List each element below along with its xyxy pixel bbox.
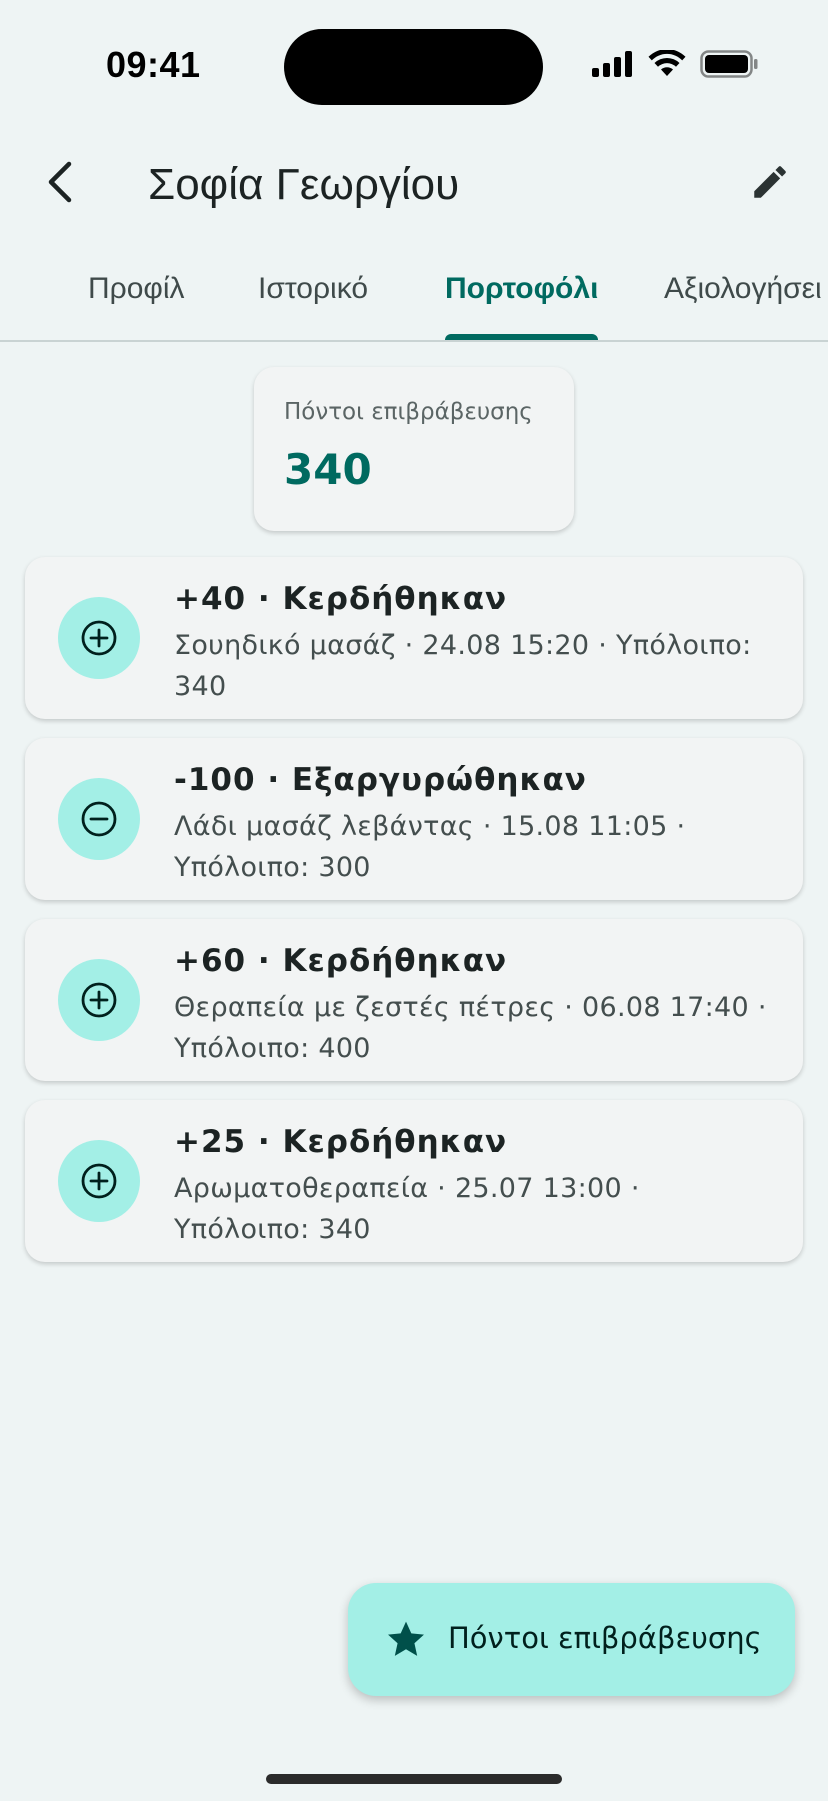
- transaction-description: Αρωματοθεραπεία · 25.07 13:00 · Υπόλοιπο…: [174, 1173, 640, 1245]
- add-circle-icon: [81, 1163, 117, 1199]
- home-indicator[interactable]: [266, 1774, 562, 1784]
- transaction-description: Θεραπεία με ζεστές πέτρες · 06.08 17:40 …: [174, 992, 767, 1064]
- tab-indicator: [445, 334, 598, 340]
- remove-circle-icon: [81, 801, 117, 837]
- add-circle-icon: [81, 982, 117, 1018]
- tab-history[interactable]: Ιστορικό: [258, 272, 368, 306]
- balance-value: 340: [284, 445, 372, 494]
- battery-icon: [700, 50, 758, 78]
- transaction-item[interactable]: +60 · Κερδήθηκαν Θεραπεία με ζεστές πέτρ…: [25, 919, 803, 1081]
- transaction-icon-badge: [58, 959, 140, 1041]
- wifi-icon: [648, 50, 686, 76]
- fab-label: Πόντοι επιβράβευσης: [448, 1621, 762, 1655]
- add-circle-icon: [81, 620, 117, 656]
- transaction-item[interactable]: +40 · Κερδήθηκαν Σουηδικό μασάζ · 24.08 …: [25, 557, 803, 719]
- loyalty-points-fab[interactable]: Πόντοι επιβράβευσης: [348, 1583, 795, 1696]
- screen: 09:41 Σοφία Γεωργίου Προφίλ Ιστορικό Πορ…: [0, 0, 828, 1801]
- edit-button[interactable]: [740, 152, 800, 212]
- balance-card: Πόντοι επιβράβευσης 340: [254, 367, 574, 531]
- balance-label: Πόντοι επιβράβευσης: [284, 399, 533, 425]
- dynamic-island: [284, 29, 543, 105]
- transaction-title: +60 · Κερδήθηκαν: [174, 943, 508, 979]
- pencil-icon: [754, 166, 786, 198]
- transaction-title: -100 · Εξαργυρώθηκαν: [174, 762, 587, 798]
- back-button[interactable]: [30, 152, 90, 212]
- transaction-icon-badge: [58, 1140, 140, 1222]
- arrow-back-icon: [48, 161, 72, 203]
- transaction-description: Λάδι μασάζ λεβάντας · 15.08 11:05 · Υπόλ…: [174, 811, 686, 883]
- tab-profile[interactable]: Προφίλ: [88, 272, 185, 306]
- transaction-description: Σουηδικό μασάζ · 24.08 15:20 · Υπόλοιπο:…: [174, 630, 752, 702]
- star-icon: [388, 1621, 424, 1656]
- tab-wallet[interactable]: Πορτοφόλι: [445, 272, 598, 306]
- tab-bar: Προφίλ Ιστορικό Πορτοφόλι Αξιολογήσει: [0, 242, 828, 342]
- transaction-item[interactable]: +25 · Κερδήθηκαν Αρωματοθεραπεία · 25.07…: [25, 1100, 803, 1262]
- page-title: Σοφία Γεωργίου: [148, 160, 460, 209]
- cellular-signal-icon: [592, 51, 632, 77]
- transaction-title: +25 · Κερδήθηκαν: [174, 1124, 508, 1160]
- transaction-icon-badge: [58, 597, 140, 679]
- transaction-icon-badge: [58, 778, 140, 860]
- transaction-item[interactable]: -100 · Εξαργυρώθηκαν Λάδι μασάζ λεβάντας…: [25, 738, 803, 900]
- status-icons: [592, 50, 758, 78]
- status-bar: 09:41: [0, 0, 828, 130]
- status-time: 09:41: [106, 44, 201, 85]
- app-bar: Σοφία Γεωργίου: [0, 130, 828, 242]
- transaction-title: +40 · Κερδήθηκαν: [174, 581, 508, 617]
- tab-reviews[interactable]: Αξιολογήσει: [664, 272, 822, 306]
